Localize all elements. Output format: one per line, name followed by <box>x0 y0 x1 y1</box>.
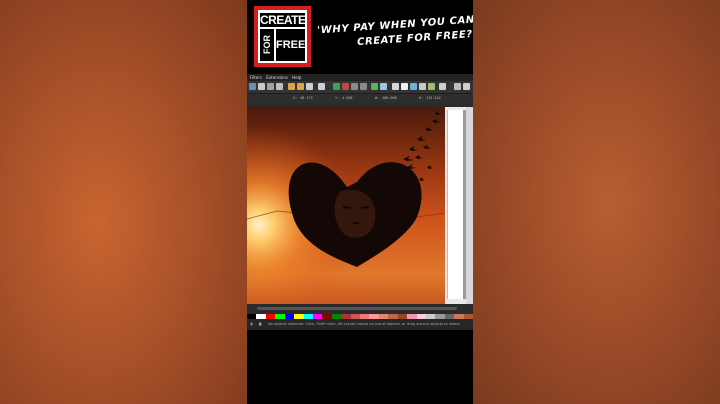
zoom-page-icon[interactable] <box>318 83 325 90</box>
video-frame: CREATE FOR FREE 'WHY PAY WHEN YOU CAN CR… <box>247 0 473 404</box>
zoom-fit-icon[interactable] <box>306 83 313 90</box>
drawing-canvas[interactable] <box>247 107 473 304</box>
print-icon[interactable] <box>276 83 283 90</box>
open-icon[interactable] <box>258 83 265 90</box>
ungroup-icon[interactable] <box>360 83 367 90</box>
duplicate-icon[interactable] <box>333 83 340 90</box>
lock-icon[interactable]: 🔒 <box>258 322 262 326</box>
xml-icon[interactable] <box>419 83 426 90</box>
menu-help[interactable]: Help <box>292 75 301 80</box>
align-icon[interactable] <box>428 83 435 90</box>
pen-icon[interactable] <box>392 83 399 90</box>
text-icon[interactable] <box>401 83 408 90</box>
w-label: W: <box>375 96 380 100</box>
tool-controls-bar: X: 48.173 Y: 4.036 W: 160.000 H: 119.542 <box>247 94 473 103</box>
artwork-image[interactable] <box>247 107 445 304</box>
export-icon[interactable] <box>439 83 446 90</box>
menu-filters[interactable]: Filters <box>250 75 262 80</box>
y-field[interactable]: 4.036 <box>342 94 353 103</box>
zoom-in-icon[interactable] <box>288 83 295 90</box>
node-icon[interactable] <box>380 83 387 90</box>
inkscape-window: Filters Extensions Help X: 48.173 Y: 4.0… <box>247 74 473 330</box>
background-blur-right <box>473 0 720 404</box>
layers-icon[interactable] <box>410 83 417 90</box>
fill-stroke-icon[interactable] <box>371 83 378 90</box>
h-label: H: <box>419 96 424 100</box>
x-label: X: <box>293 96 298 100</box>
logo-for-text: FOR <box>260 29 274 61</box>
create-for-free-logo: CREATE FOR FREE <box>254 6 311 67</box>
horizontal-scrollbar[interactable] <box>247 304 473 314</box>
h-field[interactable]: 119.542 <box>426 94 441 103</box>
document-icon[interactable] <box>249 83 256 90</box>
logo-create-text: CREATE <box>260 13 306 27</box>
sunset-heart-artwork <box>247 107 445 304</box>
commands-toolbar <box>247 81 473 94</box>
y-label: Y: <box>335 96 340 100</box>
zoom-out-icon[interactable] <box>297 83 304 90</box>
w-field[interactable]: 160.000 <box>382 94 397 103</box>
status-message: No objects selected. Click, Shift+click,… <box>267 322 461 326</box>
vertical-scrollbar[interactable] <box>466 107 473 304</box>
preferences-icon[interactable] <box>463 83 470 90</box>
menu-extensions[interactable]: Extensions <box>266 75 288 80</box>
status-bar: ◉ 🔒 No objects selected. Click, Shift+cl… <box>247 319 473 330</box>
background-blur-left <box>0 0 247 404</box>
layer-icon[interactable]: ◉ <box>250 322 253 326</box>
document-properties-icon[interactable] <box>454 83 461 90</box>
clone-icon[interactable] <box>342 83 349 90</box>
group-icon[interactable] <box>351 83 358 90</box>
save-icon[interactable] <box>267 83 274 90</box>
horizontal-scroll-thumb[interactable] <box>257 307 457 310</box>
x-field[interactable]: 48.173 <box>300 94 313 103</box>
logo-free-text: FREE <box>276 29 305 61</box>
menu-bar: Filters Extensions Help <box>247 74 473 81</box>
